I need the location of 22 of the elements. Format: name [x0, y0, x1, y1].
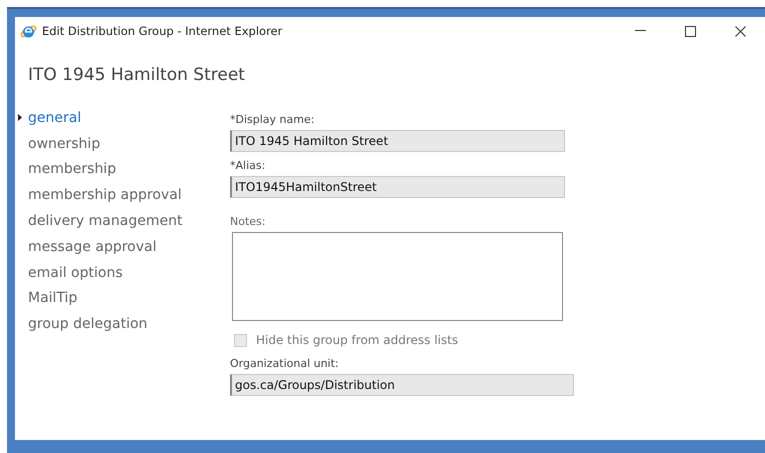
nav-link[interactable]: email options — [28, 264, 123, 281]
page-heading: ITO 1945 Hamilton Street — [28, 65, 246, 85]
maximize-icon — [684, 26, 696, 36]
checkbox-label: Hide this group from address lists — [256, 333, 458, 347]
nav-link[interactable]: general — [28, 110, 82, 126]
nav-link[interactable]: MailTip — [28, 290, 78, 306]
nav-link[interactable]: ownership — [28, 136, 100, 152]
nav-link[interactable]: delivery management — [28, 213, 182, 230]
current-arrow-icon — [18, 114, 22, 122]
field-label: *Display name: — [230, 113, 316, 126]
nav-link[interactable]: group delegation — [28, 316, 148, 332]
minimize-icon — [634, 30, 646, 32]
close-icon — [734, 26, 746, 36]
field-label: Notes: — [230, 215, 266, 228]
field-label: *Alias: — [230, 159, 266, 172]
nav-link[interactable]: message approval — [28, 238, 156, 255]
browser-logo-icon — [20, 22, 37, 40]
window-title: Edit Distribution Group - Internet Explorer — [42, 24, 282, 38]
nav-link[interactable]: membership — [28, 161, 116, 178]
notes-field[interactable] — [232, 232, 563, 321]
nav-link[interactable]: membership approval — [28, 187, 182, 204]
field-label: Organizational unit: — [230, 357, 340, 370]
